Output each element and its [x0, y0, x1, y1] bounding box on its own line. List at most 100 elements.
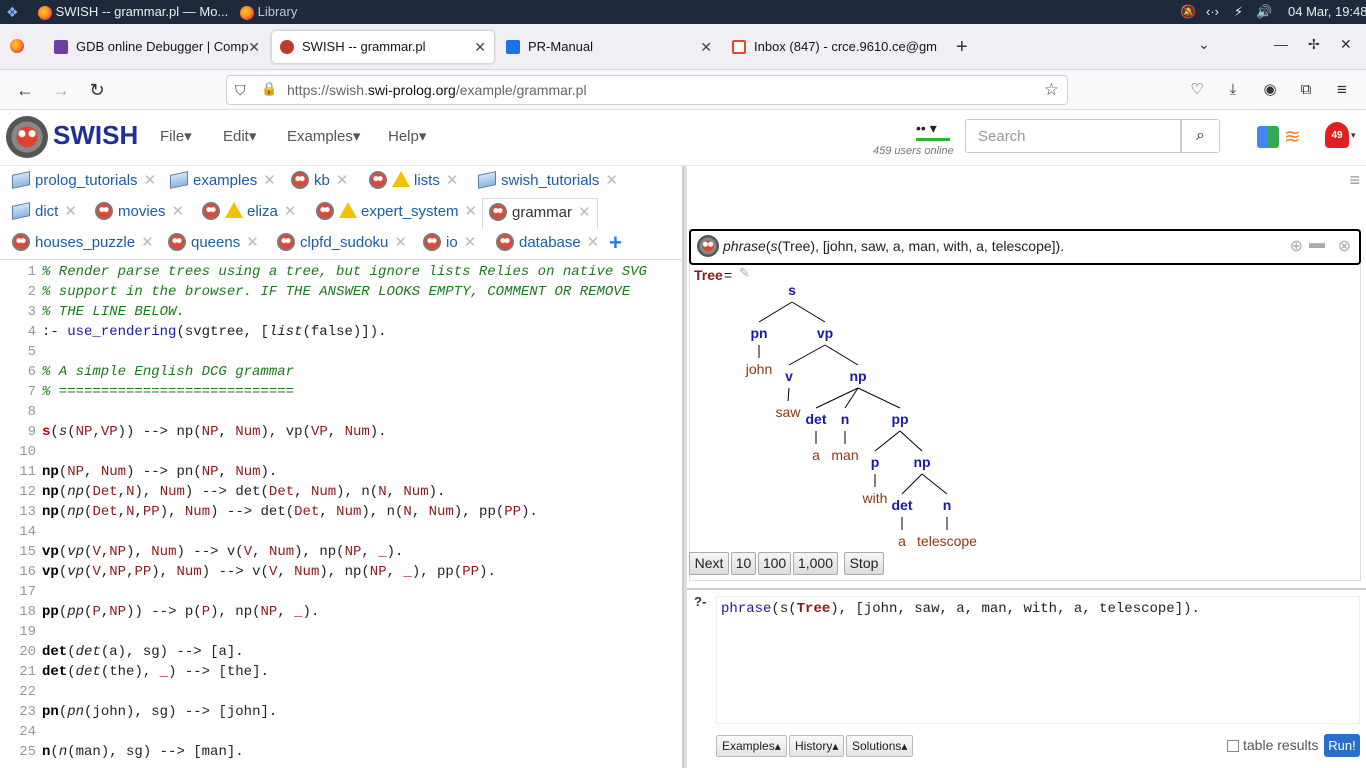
file-tab-expert-system[interactable]: expert_system ✕: [316, 198, 477, 226]
reload-icon[interactable]: ↻: [82, 70, 112, 110]
close-icon[interactable]: ✕: [394, 234, 407, 251]
file-tab-io[interactable]: io ✕: [423, 229, 476, 257]
file-tab-queens[interactable]: queens ✕: [168, 229, 259, 257]
examples-dropdown[interactable]: Examples▴: [716, 735, 787, 757]
close-icon[interactable]: ✕: [144, 172, 157, 189]
minimize-runner-icon[interactable]: ▬: [1309, 235, 1325, 253]
next-10-button[interactable]: 10: [731, 552, 756, 575]
back-icon[interactable]: ←: [10, 70, 40, 110]
close-icon[interactable]: ✕: [700, 31, 712, 63]
menu-edit[interactable]: Edit▾: [223, 127, 256, 145]
table-results-checkbox[interactable]: [1227, 740, 1239, 752]
code-line[interactable]: 17: [0, 582, 682, 602]
volume-icon[interactable]: 🔊: [1256, 0, 1272, 24]
maximize-icon[interactable]: ✢: [1308, 36, 1320, 53]
code-line[interactable]: 2% support in the browser. IF THE ANSWER…: [0, 282, 682, 302]
notification-bell-icon[interactable]: 49: [1325, 122, 1349, 148]
new-tab-icon[interactable]: +: [956, 36, 968, 59]
code-line[interactable]: 21 det(det(the), _) --> [the].: [0, 662, 682, 682]
extensions-icon[interactable]: ⧉: [1291, 70, 1321, 110]
file-tab-clpfd-sudoku[interactable]: clpfd_sudoku ✕: [277, 229, 407, 257]
run-button[interactable]: Run!: [1324, 734, 1360, 757]
close-icon[interactable]: ✕: [464, 234, 477, 251]
bookmark-star-icon[interactable]: ☆: [1044, 80, 1059, 100]
code-line[interactable]: 6% A simple English DCG grammar: [0, 362, 682, 382]
code-line[interactable]: 3% THE LINE BELOW.: [0, 302, 682, 322]
code-line[interactable]: 5: [0, 342, 682, 362]
close-icon[interactable]: ✕: [64, 203, 77, 220]
file-tab-houses-puzzle[interactable]: houses_puzzle ✕: [12, 229, 154, 257]
code-line[interactable]: 13 np(np(Det,N,PP), Num) --> det(Det, Num…: [0, 502, 682, 522]
code-line[interactable]: 8: [0, 402, 682, 422]
kde-connect-icon[interactable]: ‹·›: [1206, 0, 1219, 24]
tab-pr-manual[interactable]: PR-Manual ✕: [498, 31, 720, 63]
code-line[interactable]: 7% ============================: [0, 382, 682, 402]
power-icon[interactable]: ⚡: [1234, 0, 1243, 24]
forward-icon[interactable]: →: [46, 70, 76, 110]
file-tab-kb[interactable]: kb ✕: [291, 167, 348, 195]
code-line[interactable]: 1% Render parse trees using a tree, but …: [0, 262, 682, 282]
stackoverflow-icon[interactable]: ≋: [1284, 124, 1301, 149]
window-close-icon[interactable]: ✕: [1340, 36, 1352, 53]
file-tab-lists[interactable]: lists ✕: [369, 167, 458, 195]
code-line[interactable]: 23 pn(pn(john), sg) --> [john].: [0, 702, 682, 722]
code-line[interactable]: 12 np(np(Det,N), Num) --> det(Det, Num), …: [0, 482, 682, 502]
next-button[interactable]: Next: [689, 552, 729, 575]
notifications-muted-icon[interactable]: 🔕: [1180, 0, 1196, 24]
url-bar[interactable]: ⛉ 🔒 https://swish.swi-prolog.org/example…: [226, 75, 1068, 105]
swish-logo-text[interactable]: SWISH: [53, 120, 138, 151]
close-icon[interactable]: ✕: [172, 203, 185, 220]
shield-icon[interactable]: ⛉: [235, 82, 246, 99]
file-tab-database[interactable]: database ✕: [496, 229, 599, 257]
close-icon[interactable]: ✕: [474, 31, 486, 63]
close-icon[interactable]: ✕: [587, 234, 600, 251]
stop-button[interactable]: Stop: [844, 552, 884, 575]
code-line[interactable]: 14: [0, 522, 682, 542]
taskbar-window-library[interactable]: Library: [240, 0, 297, 24]
firefox-view-icon[interactable]: [10, 39, 24, 53]
close-icon[interactable]: ✕: [465, 203, 478, 220]
clock[interactable]: 04 Mar, 19:48: [1288, 0, 1366, 24]
code-line[interactable]: 11 np(NP, Num) --> pn(NP, Num).: [0, 462, 682, 482]
code-line[interactable]: 25 n(n(man), sg) --> [man].: [0, 742, 682, 762]
close-icon[interactable]: ✕: [578, 204, 591, 221]
edit-pencil-icon[interactable]: ✎: [739, 265, 750, 281]
menu-examples[interactable]: Examples▾: [287, 127, 360, 145]
close-icon[interactable]: ✕: [248, 31, 260, 63]
code-line[interactable]: 16 vp(vp(V,NP,PP), Num) --> v(V, Num), np…: [0, 562, 682, 582]
code-line[interactable]: 19: [0, 622, 682, 642]
menu-file[interactable]: File▾: [160, 127, 192, 145]
app-menu-icon[interactable]: ❖: [6, 0, 19, 24]
code-line[interactable]: 4:- use_rendering(svgtree, [list(false)]…: [0, 322, 682, 342]
close-runner-icon[interactable]: ⊗: [1338, 236, 1351, 256]
tab-gmail[interactable]: Inbox (847) - crce.9610.ce@gm: [724, 31, 946, 63]
search-input[interactable]: Search: [965, 119, 1181, 153]
code-line[interactable]: 15 vp(vp(V,NP), Num) --> v(V, Num), np(NP…: [0, 542, 682, 562]
close-icon[interactable]: ✕: [263, 172, 276, 189]
code-editor[interactable]: 1% Render parse trees using a tree, but …: [0, 262, 682, 768]
account-icon[interactable]: ◉: [1255, 70, 1285, 110]
code-line[interactable]: 10: [0, 442, 682, 462]
menu-help[interactable]: Help▾: [388, 127, 426, 145]
lock-icon[interactable]: 🔒: [261, 81, 277, 97]
google-icon[interactable]: [1257, 126, 1279, 148]
user-avatar-icon[interactable]: •• ▾: [916, 120, 937, 137]
code-line[interactable]: 22: [0, 682, 682, 702]
file-tab-grammar[interactable]: grammar ✕: [482, 198, 598, 229]
next-1000-button[interactable]: 1,000: [793, 552, 838, 575]
close-icon[interactable]: ✕: [246, 234, 259, 251]
file-tab-examples[interactable]: examples ✕: [170, 167, 276, 195]
tab-swish[interactable]: SWISH -- grammar.pl ✕: [272, 31, 494, 63]
list-tabs-icon[interactable]: ⌄: [1198, 36, 1210, 53]
swish-logo-icon[interactable]: [6, 116, 48, 158]
code-line[interactable]: 18 pp(pp(P,NP)) --> p(P), np(NP, _).: [0, 602, 682, 622]
pocket-icon[interactable]: ♡: [1182, 70, 1212, 110]
close-icon[interactable]: ✕: [141, 234, 154, 251]
close-icon[interactable]: ✕: [446, 172, 459, 189]
file-tab-dict[interactable]: dict ✕: [12, 198, 77, 226]
url-text[interactable]: https://swish.swi-prolog.org/example/gra…: [287, 82, 587, 98]
code-line[interactable]: 24: [0, 722, 682, 742]
hamburger-menu-icon[interactable]: ≡: [1327, 70, 1357, 110]
download-icon[interactable]: ⊕: [1290, 236, 1303, 256]
taskbar-window-swish[interactable]: SWISH -- grammar.pl — Mo...: [38, 0, 228, 24]
